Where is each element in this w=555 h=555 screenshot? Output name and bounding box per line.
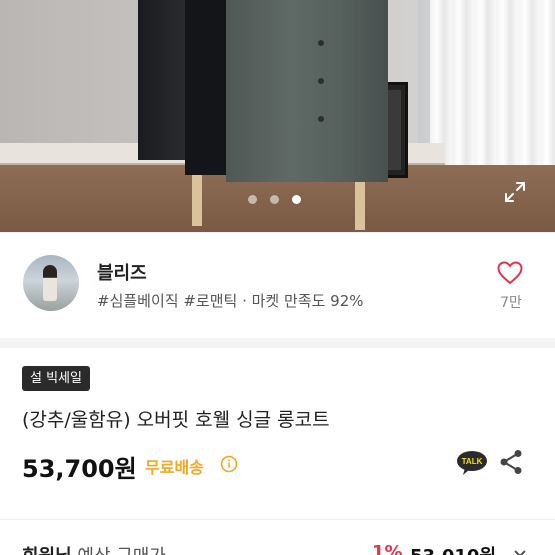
member-label: 회원님 bbox=[22, 546, 72, 555]
coat-button bbox=[318, 116, 324, 122]
section-divider bbox=[0, 338, 555, 348]
section-divider bbox=[0, 519, 555, 520]
expected-price-label: 회원님 예상 구매가 bbox=[22, 542, 166, 555]
share-icon[interactable] bbox=[499, 449, 523, 475]
photo-green-coat bbox=[226, 0, 388, 182]
coat-button bbox=[318, 40, 324, 46]
carousel-indicator bbox=[248, 195, 301, 204]
coat-button bbox=[318, 78, 324, 84]
carousel-dot[interactable] bbox=[248, 195, 257, 204]
expand-icon[interactable] bbox=[503, 180, 527, 204]
expected-price-sublabel: 예상 구매가 bbox=[72, 546, 166, 555]
product-price: 53,700원 bbox=[22, 455, 137, 483]
sale-badge: 설 빅세일 bbox=[22, 366, 90, 391]
shop-name[interactable]: 블리즈 bbox=[97, 259, 147, 285]
like-count: 7만 bbox=[500, 295, 522, 311]
info-icon[interactable] bbox=[220, 455, 238, 473]
shop-avatar[interactable] bbox=[23, 255, 79, 311]
product-image[interactable] bbox=[0, 0, 555, 232]
carousel-dot[interactable] bbox=[270, 195, 279, 204]
chevron-down-icon[interactable] bbox=[512, 545, 528, 555]
free-shipping-label: 무료배송 bbox=[145, 458, 204, 477]
kakao-talk-icon[interactable]: TALK bbox=[456, 450, 488, 476]
shop-tags: #심플베이직 #로맨틱 · 마켓 만족도 92% bbox=[97, 292, 364, 310]
heart-icon[interactable] bbox=[497, 261, 523, 285]
carousel-dot-active[interactable] bbox=[292, 195, 301, 204]
discount-percent: 1% bbox=[372, 542, 403, 555]
talk-text: TALK bbox=[462, 457, 483, 466]
product-title: (강추/울함유) 오버핏 호웰 싱글 롱코트 bbox=[22, 409, 330, 431]
shop-info-row[interactable]: 블리즈 #심플베이직 #로맨틱 · 마켓 만족도 92% 7만 bbox=[0, 232, 555, 338]
expected-price: 53,010원 bbox=[410, 542, 496, 555]
avatar-figure bbox=[43, 265, 57, 301]
